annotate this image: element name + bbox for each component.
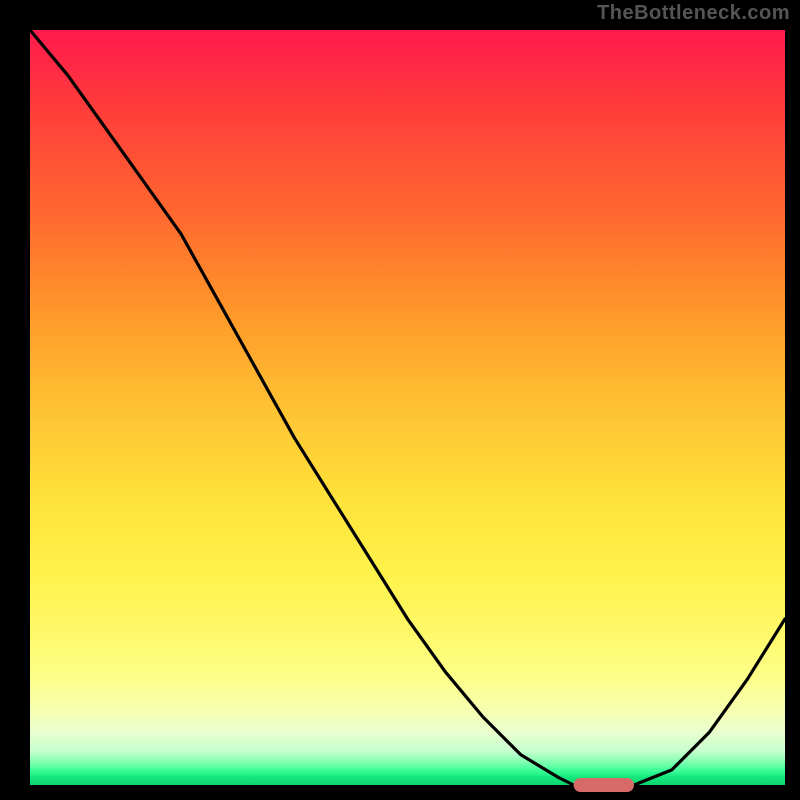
chart-svg <box>30 30 785 785</box>
plot-area <box>30 30 785 785</box>
watermark-text: TheBottleneck.com <box>597 2 790 25</box>
bottleneck-curve <box>30 30 785 785</box>
chart-frame: TheBottleneck.com <box>0 0 800 800</box>
optimum-marker <box>574 778 634 792</box>
